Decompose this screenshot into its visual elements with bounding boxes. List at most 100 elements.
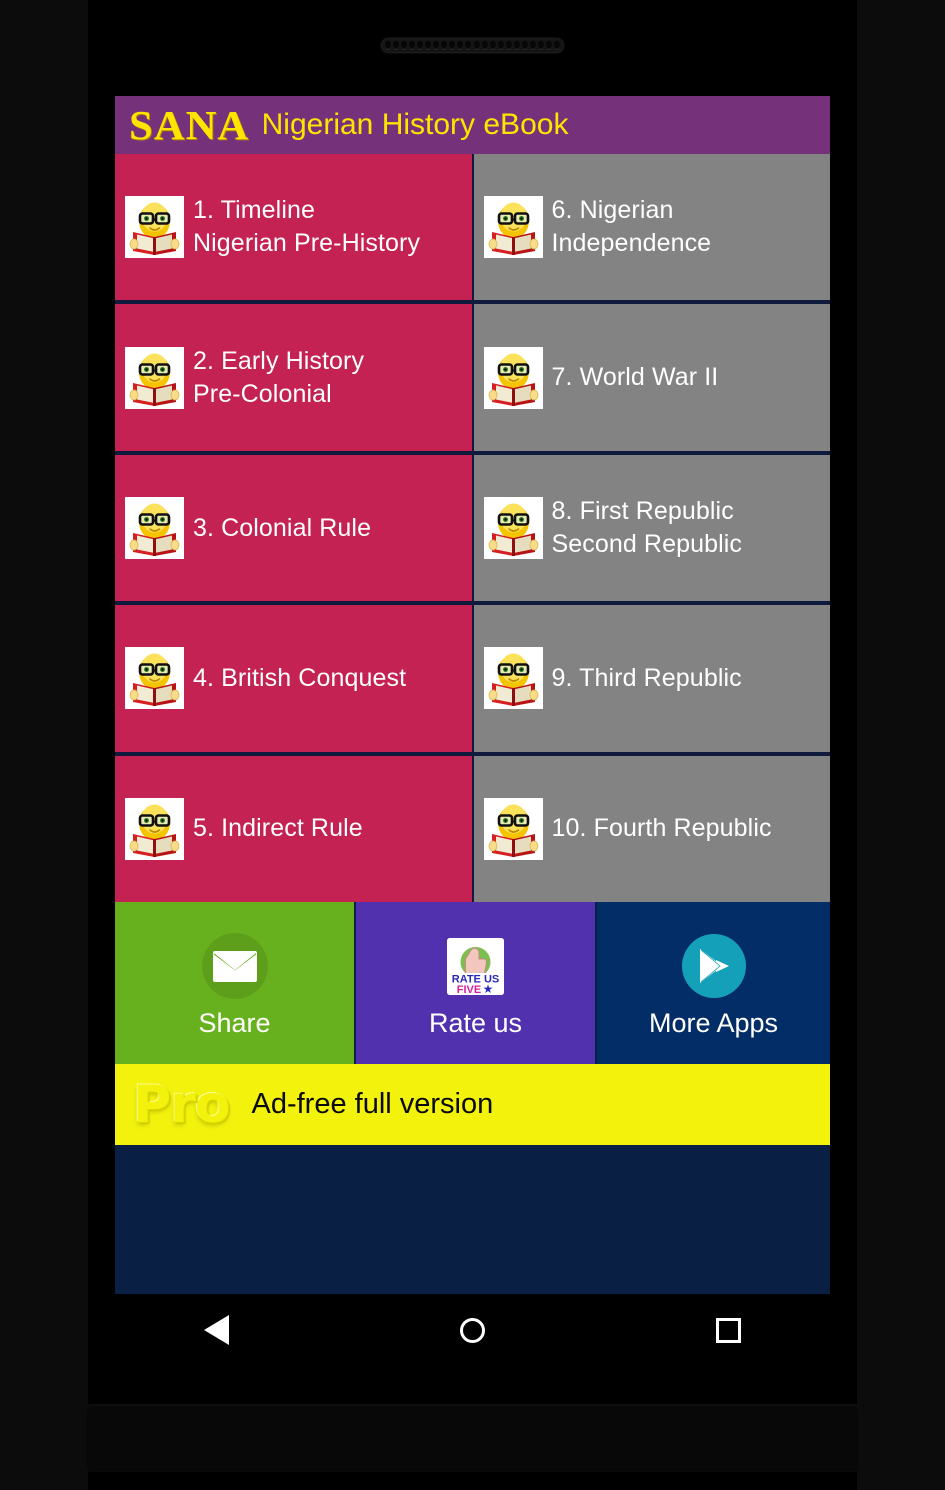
play-store-glyph bbox=[699, 949, 729, 983]
play-store-icon bbox=[681, 929, 746, 1003]
pro-upgrade-banner[interactable]: Pro Ad-free full version bbox=[115, 1064, 830, 1145]
page-title: Nigerian History eBook bbox=[261, 108, 569, 141]
reading-character-icon bbox=[483, 497, 543, 560]
rate-us-badge-glyph: RATE US FIVE ★ bbox=[447, 937, 504, 995]
speaker-hole bbox=[409, 41, 416, 50]
more-apps-label: More Apps bbox=[648, 1008, 779, 1038]
home-icon bbox=[459, 1317, 485, 1343]
pro-banner-text: Ad-free full version bbox=[251, 1088, 494, 1120]
rate-us-label: Rate us bbox=[428, 1008, 523, 1038]
speaker-hole bbox=[465, 41, 472, 50]
speaker-hole bbox=[425, 41, 432, 50]
share-label: Share bbox=[198, 1008, 271, 1038]
chapter-label: 2. Early History Pre-Colonial bbox=[193, 346, 365, 408]
speaker-hole bbox=[537, 41, 544, 50]
speaker-hole bbox=[481, 41, 488, 50]
reading-character-icon bbox=[125, 797, 184, 860]
reading-character-icon bbox=[483, 346, 543, 409]
reading-character-icon bbox=[125, 196, 184, 259]
reading-character-icon bbox=[483, 647, 543, 710]
reading-character-icon bbox=[483, 196, 543, 259]
speaker-hole bbox=[417, 41, 424, 50]
speaker-hole bbox=[401, 41, 408, 50]
speaker-hole bbox=[521, 41, 528, 50]
speaker-hole bbox=[553, 41, 560, 50]
reading-character-icon bbox=[483, 497, 543, 560]
back-button[interactable] bbox=[88, 1294, 344, 1366]
chapter-label: 9. Third Republic bbox=[551, 663, 742, 692]
app-header: SANA Nigerian History eBook bbox=[115, 96, 830, 154]
reading-character-icon bbox=[125, 497, 184, 560]
chapter-tile[interactable]: 8. First Republic Second Republic bbox=[473, 454, 830, 606]
chapter-label: 1. Timeline Nigerian Pre-History bbox=[193, 196, 421, 258]
device-bezel-right bbox=[857, 0, 945, 1490]
chapter-label: 3. Colonial Rule bbox=[193, 513, 372, 542]
reading-character-icon bbox=[125, 196, 184, 259]
android-nav-bar bbox=[88, 1294, 857, 1366]
speaker-hole bbox=[433, 41, 440, 50]
svg-text:★: ★ bbox=[483, 982, 494, 995]
speaker-hole bbox=[545, 41, 552, 50]
pro-logo: Pro bbox=[133, 1074, 230, 1135]
reading-character-icon bbox=[483, 797, 543, 860]
chapter-tile[interactable]: 1. Timeline Nigerian Pre-History bbox=[115, 154, 472, 305]
device-chin bbox=[85, 1404, 860, 1472]
chapter-tile[interactable]: 10. Fourth Republic bbox=[473, 755, 830, 903]
chapter-label: 7. World War II bbox=[551, 363, 719, 392]
reading-character-icon bbox=[483, 797, 543, 860]
recents-icon bbox=[716, 1317, 742, 1343]
chapter-label: 8. First Republic Second Republic bbox=[551, 497, 743, 559]
rate-us-button[interactable]: RATE US FIVE ★ Rate us bbox=[356, 902, 595, 1064]
reading-character-icon bbox=[125, 647, 184, 710]
speaker-hole bbox=[505, 41, 512, 50]
speaker-hole bbox=[489, 41, 496, 50]
reading-character-icon bbox=[125, 797, 184, 860]
share-button[interactable]: Share bbox=[115, 902, 354, 1064]
reading-character-icon bbox=[125, 346, 184, 409]
chapter-tile[interactable]: 7. World War II bbox=[473, 304, 830, 455]
chapter-tile[interactable]: 3. Colonial Rule bbox=[115, 454, 472, 606]
ad-slot bbox=[115, 1145, 830, 1252]
svg-text:FIVE: FIVE bbox=[457, 984, 481, 995]
speaker-grille-icon bbox=[381, 38, 564, 53]
chapter-grid: 1. Timeline Nigerian Pre-History 2. Earl… bbox=[115, 154, 830, 903]
speaker-hole bbox=[473, 41, 480, 50]
speaker-hole bbox=[513, 41, 520, 50]
chapter-tile[interactable]: 9. Third Republic bbox=[473, 605, 830, 756]
speaker-hole bbox=[449, 41, 456, 50]
reading-character-icon bbox=[125, 346, 184, 409]
speaker-hole bbox=[457, 41, 464, 50]
speaker-hole bbox=[441, 41, 448, 50]
chapter-tile[interactable]: 6. Nigerian Independence bbox=[473, 154, 830, 305]
reading-character-icon bbox=[125, 497, 184, 560]
device-bezel-left bbox=[0, 0, 88, 1490]
chapter-label: 5. Indirect Rule bbox=[193, 814, 363, 843]
app-content: SANA Nigerian History eBook 1. Timeline … bbox=[115, 96, 830, 1294]
envelope-glyph bbox=[212, 950, 257, 982]
reading-character-icon bbox=[483, 196, 543, 259]
chapter-tile[interactable]: 5. Indirect Rule bbox=[115, 755, 472, 903]
device-frame: SANA Nigerian History eBook 1. Timeline … bbox=[0, 0, 945, 1490]
reading-character-icon bbox=[125, 647, 184, 710]
envelope-icon bbox=[201, 929, 268, 1003]
action-button-row: Share RATE US FIVE ★ Rate us More Apps bbox=[115, 902, 830, 1064]
speaker-hole bbox=[497, 41, 504, 50]
rate-us-badge-icon: RATE US FIVE ★ bbox=[447, 929, 504, 1003]
chapter-column-right: 6. Nigerian Independence 7. World War II bbox=[473, 154, 830, 903]
chapter-tile[interactable]: 4. British Conquest bbox=[115, 605, 472, 756]
chapter-label: 4. British Conquest bbox=[193, 663, 407, 692]
chapter-tile[interactable]: 2. Early History Pre-Colonial bbox=[115, 304, 472, 455]
chapter-column-left: 1. Timeline Nigerian Pre-History 2. Earl… bbox=[115, 154, 474, 903]
speaker-hole bbox=[529, 41, 536, 50]
reading-character-icon bbox=[483, 346, 543, 409]
recents-button[interactable] bbox=[601, 1294, 857, 1366]
chapter-label: 6. Nigerian Independence bbox=[551, 196, 712, 258]
more-apps-button[interactable]: More Apps bbox=[597, 902, 830, 1064]
brand-logo: SANA bbox=[129, 101, 250, 148]
back-icon bbox=[203, 1315, 229, 1345]
speaker-hole bbox=[393, 41, 400, 50]
phone-screen: SANA Nigerian History eBook 1. Timeline … bbox=[88, 76, 857, 1366]
chapter-label: 10. Fourth Republic bbox=[551, 814, 772, 843]
speaker-hole bbox=[385, 41, 391, 50]
home-button[interactable] bbox=[344, 1294, 600, 1366]
